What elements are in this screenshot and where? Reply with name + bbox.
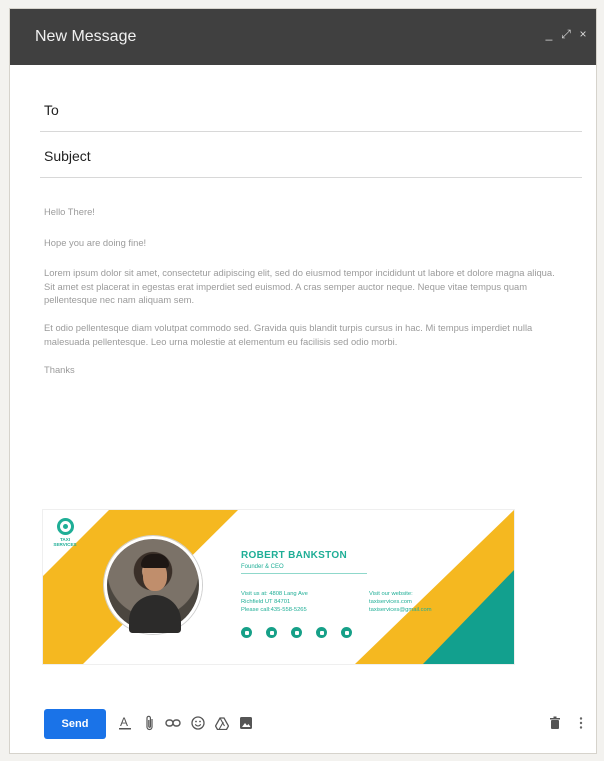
subject-field[interactable]: Subject [40,133,582,178]
svg-text:A: A [120,715,128,729]
compose-title: New Message [35,28,137,45]
google-plus-icon[interactable] [291,627,302,638]
send-button[interactable]: Send [44,709,106,739]
message-line: Hope you are doing fine! [44,236,147,248]
logo-text: TAXI SERVICES [53,537,77,548]
signature-email[interactable]: taxiservices@gmail.com [369,606,432,614]
compose-window: New Message _ ⤢ × To Subject Hello There… [9,8,597,754]
close-icon[interactable]: × [578,27,588,42]
pinterest-icon[interactable] [316,627,327,638]
more-options-icon[interactable] [573,715,589,731]
attach-icon[interactable] [142,715,158,731]
to-label: To [44,102,59,118]
signature-address-1: Visit us at: 4808 Lang Ave [241,591,308,597]
signature-web: Visit our website: taxiservices.com taxi… [369,590,432,614]
signature-web-url[interactable]: taxiservices.com [369,598,432,606]
message-closing: Thanks [44,364,75,376]
signature-contact: Visit us at: 4808 Lang Ave Richfield UT … [241,590,308,614]
photo-figure [129,595,181,633]
signature-divider [241,573,367,574]
minimize-icon[interactable]: _ [544,27,554,42]
message-greeting: Hello There! [44,206,95,217]
message-body[interactable]: Hello There! Hope you are doing fine! Lo… [44,205,564,391]
drive-icon[interactable] [214,715,230,731]
to-input[interactable] [100,97,570,121]
expand-icon[interactable]: ⤢ [561,27,571,42]
window-controls: _ ⤢ × [544,27,588,42]
signature-phone: Please call:435-558-5265 [241,607,307,613]
facebook-icon[interactable] [241,627,252,638]
signature-address-2: Richfield UT 84701 [241,599,291,605]
instagram-icon[interactable] [341,627,352,638]
twitter-icon[interactable] [266,627,277,638]
subject-label: Subject [44,148,91,164]
trash-icon[interactable] [547,715,563,731]
social-icons [241,627,352,638]
message-paragraph-2: Et odio pellentesque diam volutpat commo… [44,322,533,348]
emoji-icon[interactable] [190,715,206,731]
email-signature-banner: TAXI SERVICES ROBERT BANKSTON Founder & … [43,510,514,664]
link-icon[interactable] [165,715,181,731]
taxi-logo: TAXI SERVICES [49,518,81,548]
message-paragraph-1: Lorem ipsum dolor sit amet, consectetur … [44,267,555,306]
location-pin-icon [56,518,74,535]
compose-titlebar[interactable]: New Message _ ⤢ × [10,9,596,65]
compose-toolbar: Send A [10,705,596,745]
photo-hair [141,554,169,568]
format-text-icon[interactable]: A [117,715,133,731]
profile-photo [104,536,202,634]
image-icon[interactable] [238,715,254,731]
signature-role: Founder & CEO [241,564,284,570]
signature-name: ROBERT BANKSTON [241,550,347,561]
subject-input[interactable] [100,143,570,167]
to-field[interactable]: To [40,87,582,132]
signature-web-label: Visit our website: [369,591,413,597]
